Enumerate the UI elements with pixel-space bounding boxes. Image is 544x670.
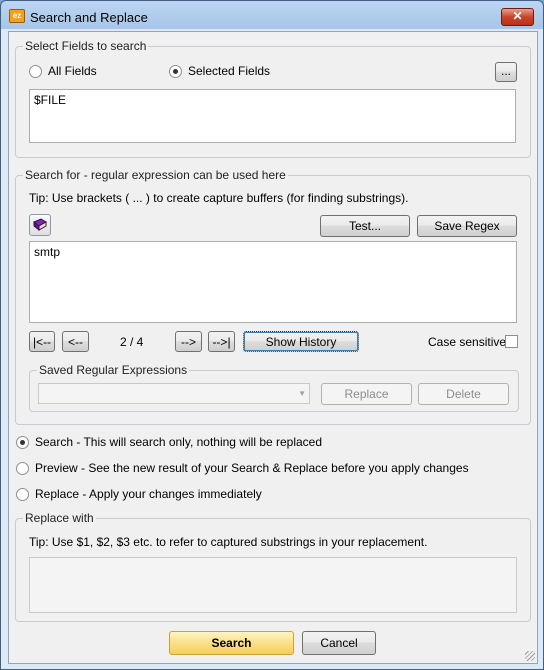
last-result-button[interactable]: -->|: [208, 331, 235, 352]
close-button[interactable]: ✕: [501, 8, 534, 26]
dialog-client: Select Fields to search All Fields Selec…: [8, 31, 538, 664]
replace-textarea[interactable]: [29, 557, 517, 613]
saved-regex-group: Saved Regular Expressions ▼ Replace Dele…: [29, 363, 519, 412]
mode-replace-label: Replace - Apply your changes immediately: [35, 487, 262, 501]
replace-group: Replace with Tip: Use $1, $2, $3 etc. to…: [15, 511, 531, 622]
search-replace-window: ez Search and Replace ✕ Select Fields to…: [0, 0, 544, 670]
saved-regex-label: Saved Regular Expressions: [37, 363, 190, 377]
capture-tip: Tip: Use brackets ( ... ) to create capt…: [29, 191, 409, 205]
fields-group-label: Select Fields to search: [23, 39, 149, 53]
result-position: 2 / 4: [120, 335, 144, 349]
cancel-button[interactable]: Cancel: [302, 631, 376, 655]
saved-regex-select[interactable]: ▼: [38, 383, 310, 404]
replace-group-label: Replace with: [23, 511, 96, 525]
search-group: Search for - regular expression can be u…: [15, 168, 531, 425]
resize-grip-icon[interactable]: [525, 651, 535, 661]
search-button[interactable]: Search: [169, 631, 294, 655]
next-result-button[interactable]: -->: [175, 331, 202, 352]
mode-search-radio[interactable]: Search - This will search only, nothing …: [16, 435, 322, 449]
fields-group: Select Fields to search All Fields Selec…: [15, 39, 531, 158]
window-title: Search and Replace: [30, 10, 148, 25]
delete-regex-button[interactable]: Delete: [418, 383, 509, 405]
case-sensitive-label: Case sensitive: [428, 335, 507, 349]
fields-textbox[interactable]: $FILE: [29, 89, 516, 143]
mode-replace-radio-dot[interactable]: [16, 487, 29, 501]
book-icon: [33, 218, 47, 232]
regex-book-icon[interactable]: [29, 214, 51, 236]
selected-fields-label: Selected Fields: [188, 64, 271, 78]
first-result-button[interactable]: |<--: [29, 331, 55, 352]
mode-preview-radio-dot[interactable]: [16, 461, 29, 475]
replace-regex-button[interactable]: Replace: [321, 383, 412, 405]
app-icon: ez: [9, 9, 25, 23]
previous-result-button[interactable]: <--: [62, 331, 89, 352]
mode-search-radio-dot[interactable]: [16, 435, 29, 449]
test-button[interactable]: Test...: [320, 215, 410, 237]
mode-preview-radio[interactable]: Preview - See the new result of your Sea…: [16, 461, 469, 475]
title-bar: ez Search and Replace ✕: [1, 1, 543, 31]
show-history-button[interactable]: Show History: [243, 331, 359, 352]
all-fields-label: All Fields: [48, 64, 97, 78]
mode-preview-label: Preview - See the new result of your Sea…: [35, 461, 469, 475]
search-textarea[interactable]: smtp: [29, 241, 517, 323]
selected-fields-radio[interactable]: Selected Fields: [169, 64, 270, 78]
search-group-label: Search for - regular expression can be u…: [23, 168, 288, 182]
all-fields-radio-dot[interactable]: [29, 64, 42, 78]
all-fields-radio[interactable]: All Fields: [29, 64, 97, 78]
browse-fields-button[interactable]: ...: [495, 62, 517, 82]
chevron-down-icon: ▼: [298, 389, 306, 398]
save-regex-button[interactable]: Save Regex: [417, 215, 517, 237]
mode-replace-radio[interactable]: Replace - Apply your changes immediately: [16, 487, 262, 501]
case-sensitive-checkbox[interactable]: [505, 335, 518, 348]
replace-tip: Tip: Use $1, $2, $3 etc. to refer to cap…: [29, 535, 428, 549]
mode-search-label: Search - This will search only, nothing …: [35, 435, 323, 449]
selected-fields-radio-dot[interactable]: [169, 64, 182, 78]
